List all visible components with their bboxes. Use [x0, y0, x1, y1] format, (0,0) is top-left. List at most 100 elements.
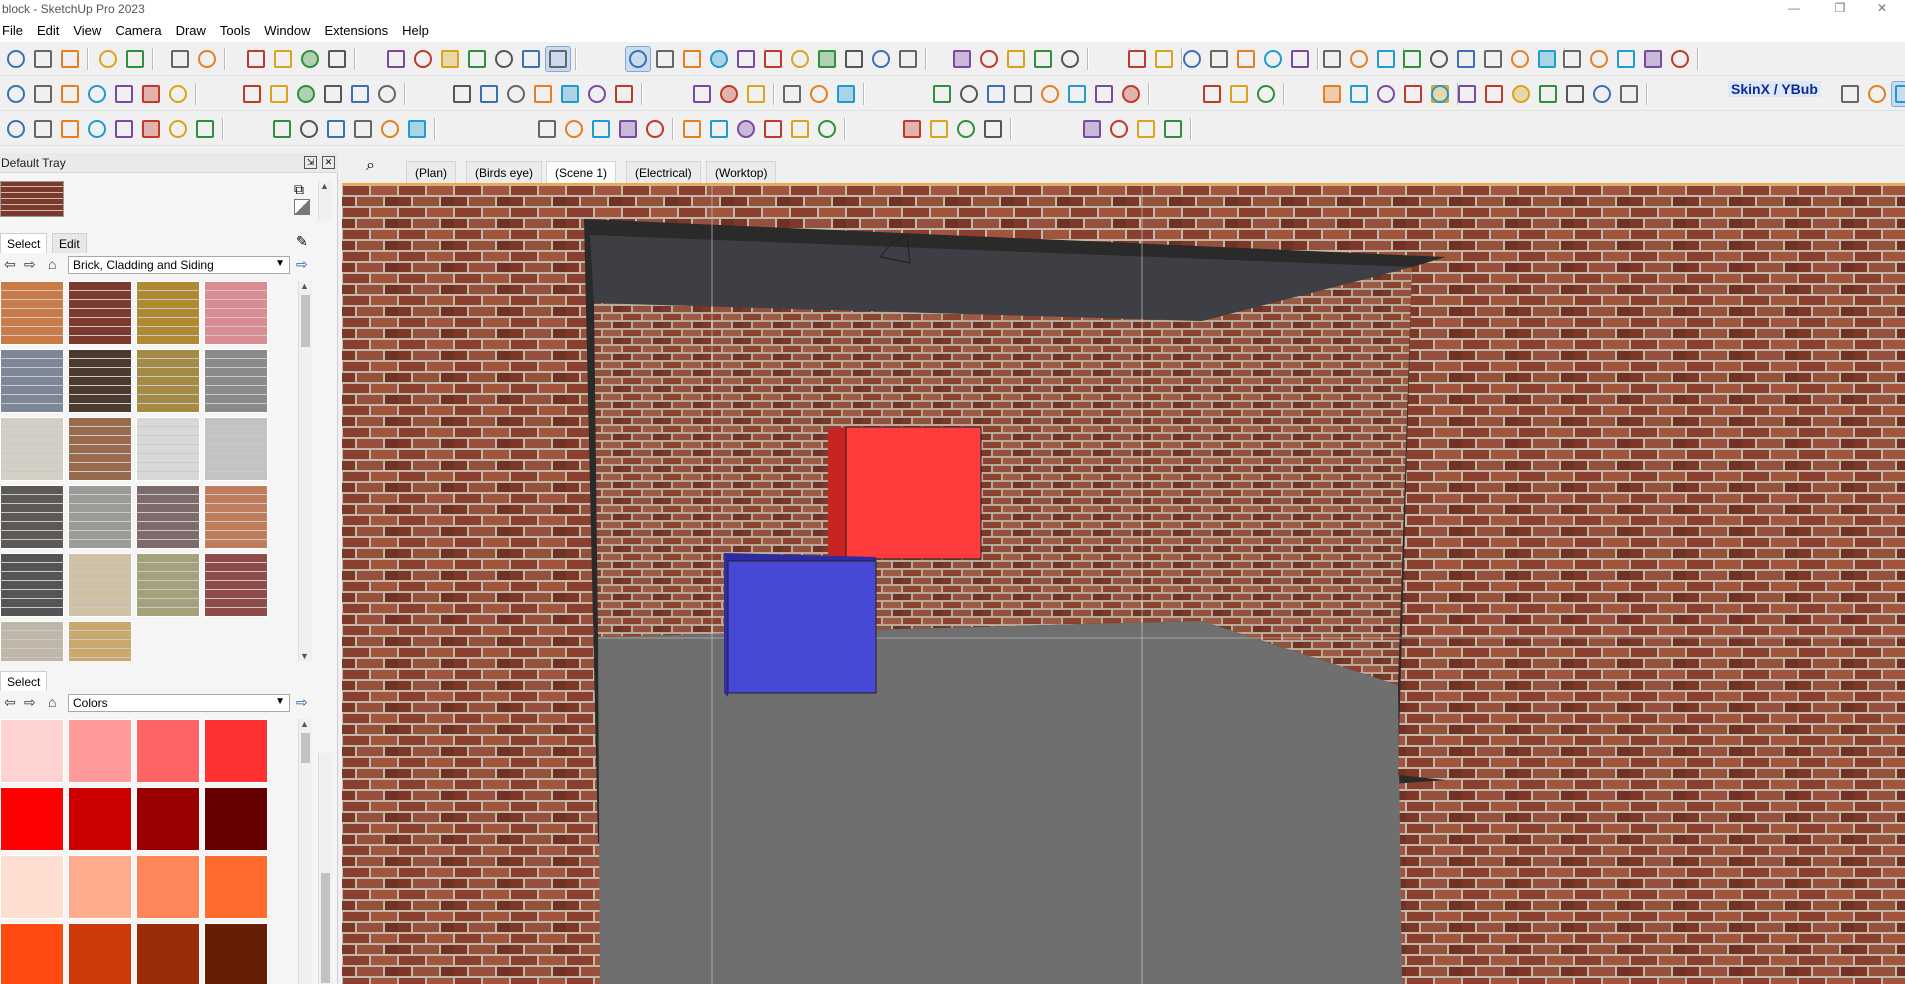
- tool-icon[interactable]: [1004, 47, 1028, 71]
- model-viewport[interactable]: [342, 183, 1905, 984]
- tool-icon[interactable]: [294, 82, 318, 106]
- swatch[interactable]: [0, 417, 64, 481]
- tool-icon[interactable]: [1161, 117, 1185, 141]
- tool-icon[interactable]: [1865, 82, 1889, 106]
- menu-file[interactable]: File: [0, 20, 29, 42]
- swatch[interactable]: [68, 855, 132, 919]
- tool-icon[interactable]: [616, 117, 640, 141]
- colors-collection-select[interactable]: Colors ▼: [68, 694, 290, 712]
- tool-icon[interactable]: [298, 47, 322, 71]
- tool-icon[interactable]: [1563, 82, 1587, 106]
- tool-icon[interactable]: [780, 82, 804, 106]
- tool-icon[interactable]: [1428, 82, 1452, 106]
- tool-icon[interactable]: [680, 47, 704, 71]
- tool-icon[interactable]: [1152, 47, 1176, 71]
- tool-icon[interactable]: [815, 117, 839, 141]
- tool-icon[interactable]: [1200, 82, 1224, 106]
- tool-icon[interactable]: [270, 117, 294, 141]
- tool-icon[interactable]: [267, 82, 291, 106]
- menu-tools[interactable]: Tools: [212, 20, 256, 42]
- tool-icon[interactable]: [1560, 47, 1584, 71]
- swatch[interactable]: [68, 349, 132, 413]
- tool-icon[interactable]: [195, 47, 219, 71]
- sample-paint-icon[interactable]: ⧉: [294, 181, 304, 198]
- tool-icon[interactable]: [1587, 47, 1611, 71]
- tool-icon[interactable]: [1668, 47, 1692, 71]
- tool-icon[interactable]: [1134, 117, 1158, 141]
- tool-icon[interactable]: [1509, 82, 1533, 106]
- swatch[interactable]: [0, 923, 64, 984]
- swatch[interactable]: [204, 855, 268, 919]
- colors-scrollbar[interactable]: ▲: [298, 719, 312, 984]
- tool-icon[interactable]: [1180, 47, 1204, 71]
- tool-icon[interactable]: [531, 82, 555, 106]
- tool-icon[interactable]: [788, 117, 812, 141]
- tool-icon[interactable]: [707, 47, 731, 71]
- tool-icon[interactable]: [1891, 81, 1905, 107]
- tool-icon[interactable]: [465, 47, 489, 71]
- tool-icon[interactable]: [85, 82, 109, 106]
- scene-tab-worktop[interactable]: (Worktop): [706, 161, 777, 183]
- tab-select[interactable]: Select: [0, 233, 48, 253]
- tool-icon[interactable]: [589, 117, 613, 141]
- tray-scrollbar[interactable]: [318, 753, 332, 984]
- tool-icon[interactable]: [612, 82, 636, 106]
- tab-edit[interactable]: Edit: [52, 233, 87, 253]
- swatch[interactable]: [0, 553, 64, 617]
- tool-icon[interactable]: [4, 117, 28, 141]
- tool-icon[interactable]: [807, 82, 831, 106]
- tool-icon[interactable]: [1125, 47, 1149, 71]
- swatch[interactable]: [204, 719, 268, 783]
- tool-icon[interactable]: [1535, 47, 1559, 71]
- tool-icon[interactable]: [411, 47, 435, 71]
- swatch[interactable]: [68, 553, 132, 617]
- swatch[interactable]: [68, 787, 132, 851]
- materials-scrollbar[interactable]: ▲ ▼: [298, 281, 312, 661]
- skinx-ybub-button[interactable]: SkinX / YBub: [1728, 81, 1821, 97]
- maximize-button[interactable]: ❐: [1817, 0, 1863, 20]
- tool-icon[interactable]: [492, 47, 516, 71]
- tool-icon[interactable]: [734, 117, 758, 141]
- tool-icon[interactable]: [761, 117, 785, 141]
- tool-icon[interactable]: [1401, 82, 1425, 106]
- tool-icon[interactable]: [297, 117, 321, 141]
- swatch[interactable]: [136, 719, 200, 783]
- tool-icon[interactable]: [1374, 82, 1398, 106]
- swatch[interactable]: [204, 485, 268, 549]
- swatch[interactable]: [0, 621, 64, 661]
- swatch[interactable]: [68, 923, 132, 984]
- swatch[interactable]: [136, 855, 200, 919]
- swatch[interactable]: [0, 281, 64, 345]
- tool-icon[interactable]: [896, 47, 920, 71]
- tray-close-icon[interactable]: ✕: [322, 156, 335, 169]
- swatch[interactable]: [136, 417, 200, 481]
- swatch[interactable]: [136, 787, 200, 851]
- tool-icon[interactable]: [31, 82, 55, 106]
- tool-icon[interactable]: [680, 117, 704, 141]
- tool-icon[interactable]: [375, 82, 399, 106]
- tool-icon[interactable]: [1320, 47, 1344, 71]
- tool-icon[interactable]: [85, 117, 109, 141]
- home-icon[interactable]: ⌂: [48, 256, 56, 272]
- tool-icon[interactable]: [690, 82, 714, 106]
- swatch[interactable]: [68, 621, 132, 661]
- back-arrow-icon[interactable]: ⇦: [4, 256, 16, 273]
- tool-icon[interactable]: [1508, 47, 1532, 71]
- swatch[interactable]: [0, 719, 64, 783]
- back-arrow-icon[interactable]: ⇦: [4, 694, 16, 711]
- details-arrow-icon[interactable]: ⇨: [296, 256, 308, 273]
- tool-icon[interactable]: [477, 82, 501, 106]
- tool-icon[interactable]: [351, 117, 375, 141]
- tool-icon[interactable]: [1590, 82, 1614, 106]
- tool-icon[interactable]: [585, 82, 609, 106]
- tool-icon[interactable]: [625, 46, 651, 72]
- tool-icon[interactable]: [1347, 47, 1371, 71]
- tool-icon[interactable]: [384, 47, 408, 71]
- swatch[interactable]: [136, 349, 200, 413]
- tool-icon[interactable]: [1838, 82, 1862, 106]
- tool-icon[interactable]: [562, 117, 586, 141]
- tool-icon[interactable]: [324, 117, 348, 141]
- swatch[interactable]: [136, 923, 200, 984]
- tool-icon[interactable]: [950, 47, 974, 71]
- tab-select[interactable]: Select: [0, 671, 48, 691]
